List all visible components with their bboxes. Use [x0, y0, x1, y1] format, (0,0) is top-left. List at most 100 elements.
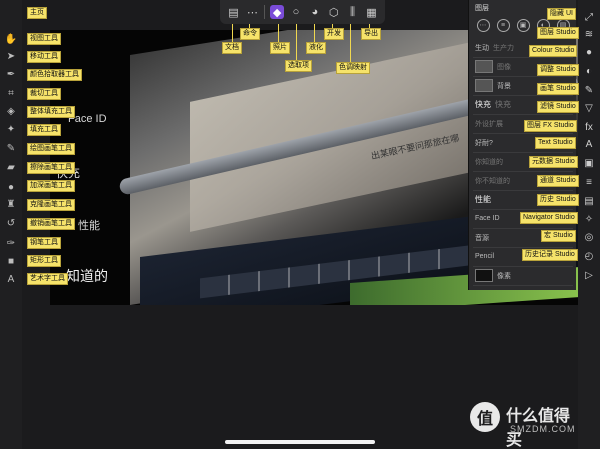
layer-name: 快充	[475, 100, 491, 109]
tone-map-icon[interactable]: ⫼	[346, 5, 360, 19]
label-home: 主页	[27, 7, 47, 19]
layer-sub: 外设扩展	[475, 120, 503, 128]
selection-icon[interactable]: ○	[289, 5, 303, 19]
channels-studio-icon[interactable]: ≡	[582, 175, 596, 189]
label-history-record-studio: 历史记录 Studio	[522, 249, 578, 261]
label-document: 文档	[222, 42, 242, 54]
label-brush-studio: 画笔 Studio	[537, 83, 579, 95]
document-icon[interactable]: ▤	[226, 5, 240, 19]
develop-icon[interactable]: ⬡	[327, 5, 341, 19]
mask-icon[interactable]: ▣	[516, 18, 530, 32]
layer-thumbnail	[475, 79, 493, 92]
label-fill-tool: 填充工具	[27, 124, 61, 136]
label-rectangle-tool: 矩形工具	[27, 255, 61, 267]
label-colour-studio: Colour Studio	[529, 45, 578, 57]
leader-line	[314, 24, 315, 42]
export-icon[interactable]: ▦	[364, 5, 378, 19]
label-layers-studio: 图层 Studio	[537, 27, 579, 39]
colour-studio-icon[interactable]: ●	[582, 45, 596, 59]
macro-studio-icon[interactable]: ◎	[582, 230, 596, 244]
layer-fx-studio-icon[interactable]: fx	[582, 120, 596, 134]
adjustment-studio-icon[interactable]: ◐	[582, 64, 596, 78]
label-move-tool: 移动工具	[27, 51, 61, 63]
label-flood-fill-tool: 整体填充工具	[27, 106, 75, 118]
right-studio-column: ⤢ ≋ ● ◐ ✎ ▽ fx A ▣ ≡ ▤ ✧ ◎ ◴ ▷	[578, 0, 600, 449]
layer-thumbnail	[475, 269, 493, 282]
top-toolbar: ▤ ⋯ ◆ ○ ◕ ⬡ ⫼ ▦	[220, 0, 385, 24]
layer-name: 性能	[475, 195, 491, 204]
history-record-studio-icon[interactable]: ◴	[582, 249, 596, 263]
color-picker-tool-icon[interactable]: ✒	[4, 67, 18, 81]
history-studio-icon[interactable]: ▤	[582, 194, 596, 208]
canvas-text-zhidao: 知道的	[66, 268, 108, 284]
label-paint-brush-tool: 绘图画笔工具	[27, 143, 75, 155]
burn-brush-tool-icon[interactable]: ●	[4, 180, 18, 194]
label-layer-fx-studio: 图层 FX Studio	[524, 120, 577, 132]
label-filter-studio: 滤镜 Studio	[537, 101, 579, 113]
label-export: 导出	[361, 28, 381, 40]
hide-ui-icon[interactable]: ⤢	[582, 10, 596, 24]
layer-sub: 快充	[495, 100, 511, 109]
label-liquify: 液化	[306, 42, 326, 54]
clone-brush-tool-icon[interactable]: ♜	[4, 197, 18, 211]
label-adjustment-studio: 调整 Studio	[537, 64, 579, 76]
undo-brush-tool-icon[interactable]: ↺	[4, 216, 18, 230]
crop-tool-icon[interactable]: ⌗	[4, 86, 18, 100]
panel-title: 图层	[475, 5, 489, 12]
layers-studio-icon[interactable]: ≋	[582, 27, 596, 41]
layer-name: 背景	[497, 82, 511, 90]
label-macro-studio: 宏 Studio	[541, 230, 576, 242]
rectangle-tool-icon[interactable]: ■	[4, 254, 18, 268]
tool-icon[interactable]: ▷	[582, 268, 596, 282]
label-view-tool: 视图工具	[27, 33, 61, 45]
metadata-studio-icon[interactable]: ▣	[582, 156, 596, 170]
hand-tool-icon[interactable]: ✋	[4, 32, 18, 46]
label-clone-brush-tool: 克隆画笔工具	[27, 199, 75, 211]
navigator-studio-icon[interactable]: ✧	[582, 212, 596, 226]
leader-line	[278, 24, 279, 42]
pen-tool-icon[interactable]: ✑	[4, 236, 18, 250]
layer-sub: 你知道的	[475, 158, 503, 166]
layer-thumbnail	[475, 60, 493, 73]
layer-name: 生动	[475, 44, 489, 52]
label-tone-map: 色调映射	[336, 62, 370, 74]
more-icon[interactable]: ⋯	[476, 18, 490, 32]
watermark-site: SMZDM.COM	[510, 424, 576, 434]
leader-line	[296, 24, 297, 60]
left-tool-column: ✋ ➤ ✒ ⌗ ◈ ✦ ✎ ▰ ● ♜ ↺ ✑ ■ A	[0, 0, 22, 449]
filter-studio-icon[interactable]: ▽	[582, 101, 596, 115]
label-photo: 照片	[270, 42, 290, 54]
layer-name: Pencil	[475, 253, 495, 260]
label-crop-tool: 裁切工具	[27, 88, 61, 100]
layer-sub: 图像	[497, 63, 511, 71]
label-artistic-text-tool: 艺术字工具	[27, 273, 68, 285]
canvas-text-xingneng: 性能	[78, 220, 100, 232]
text-studio-icon[interactable]: A	[582, 137, 596, 151]
label-command: 命令	[240, 28, 260, 40]
persona-photo-icon[interactable]: ◆	[270, 5, 285, 19]
label-selection: 选取项	[285, 60, 312, 72]
fill-tool-icon[interactable]: ✦	[4, 122, 18, 136]
watermark-logo: 值	[470, 402, 500, 432]
paint-brush-tool-icon[interactable]: ✎	[4, 141, 18, 155]
label-navigator-studio: Navigator Studio	[520, 212, 578, 224]
label-pen-tool: 钢笔工具	[27, 237, 61, 249]
liquify-icon[interactable]: ◕	[308, 5, 322, 19]
layer-sub: 你不知道的	[475, 177, 510, 185]
brush-studio-icon[interactable]: ✎	[582, 83, 596, 97]
flood-fill-tool-icon[interactable]: ◈	[4, 104, 18, 118]
more-icon[interactable]: ⋯	[245, 5, 259, 19]
layers-stack-icon[interactable]: ≡	[496, 18, 510, 32]
label-erase-brush-tool: 擦除画笔工具	[27, 162, 75, 174]
label-history-studio: 历史 Studio	[537, 194, 579, 206]
label-text-studio: Text Studio	[535, 137, 576, 149]
layer-name: 音源	[475, 234, 489, 242]
move-tool-icon[interactable]: ➤	[4, 49, 18, 63]
layer-sub: 生产力	[493, 44, 514, 52]
layer-row[interactable]: 像素	[473, 266, 573, 286]
erase-brush-tool-icon[interactable]: ▰	[4, 160, 18, 174]
home-indicator[interactable]	[225, 440, 375, 444]
label-undo-brush-tool: 撤销画笔工具	[27, 218, 75, 230]
artistic-text-tool-icon[interactable]: A	[4, 272, 18, 286]
toolbar-divider	[264, 5, 266, 19]
